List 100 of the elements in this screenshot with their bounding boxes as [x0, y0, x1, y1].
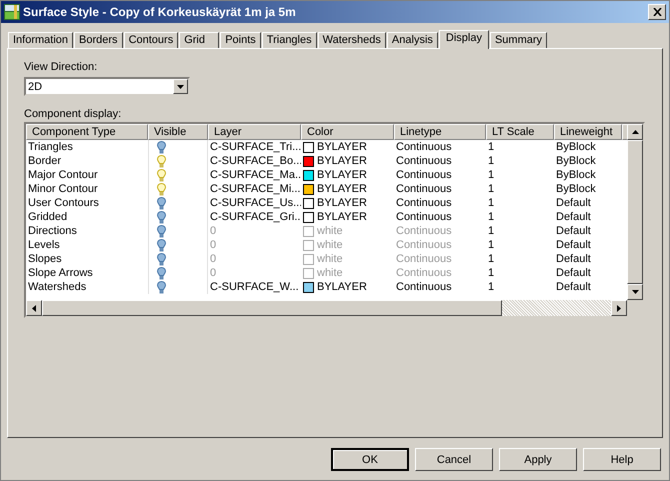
surface-icon	[4, 4, 20, 20]
horizontal-scrollbar[interactable]	[26, 300, 643, 316]
tab[interactable]: Summary	[490, 32, 548, 48]
window-title: Surface Style - Copy of Korkeuskäyrät 1m ja 5m	[23, 5, 297, 19]
tab[interactable]: Grid	[179, 32, 220, 48]
light-bulb-icon[interactable]	[157, 210, 166, 224]
tab[interactable]: Points	[220, 32, 261, 48]
table-cell: 0	[210, 266, 216, 280]
column-header[interactable]: LT Scale	[486, 124, 554, 140]
table-cell: User Contours	[28, 196, 99, 210]
table-cell: Watersheds	[28, 280, 86, 294]
view-direction-dropdown[interactable]: 2D	[24, 77, 190, 96]
table-cell: BYLAYER	[317, 196, 367, 210]
table-cell: Continuous	[396, 266, 452, 280]
scroll-up-icon	[632, 130, 638, 134]
table-cell: Directions	[28, 224, 77, 238]
dialog-button[interactable]: Apply	[499, 448, 577, 471]
table-cell: Gridded	[28, 210, 68, 224]
table-cell: Continuous	[396, 182, 452, 196]
table-cell: BYLAYER	[317, 168, 367, 182]
column-header[interactable]: Component Type	[26, 124, 148, 140]
table-cell: Continuous	[396, 210, 452, 224]
table-cell: white	[317, 266, 343, 280]
table-cell: Default	[556, 238, 591, 252]
tab[interactable]: Borders	[74, 32, 123, 48]
table-cell: BYLAYER	[317, 280, 367, 294]
table-cell: 0	[210, 224, 216, 238]
light-bulb-icon[interactable]	[157, 252, 166, 266]
scroll-down-icon	[632, 290, 638, 294]
table-cell: Continuous	[396, 140, 452, 154]
dialog-button[interactable]: Cancel	[415, 448, 493, 471]
dialog-button[interactable]: OK	[331, 448, 409, 471]
table-cell: C-SURFACE_W...	[210, 280, 299, 294]
table-cell: 1	[488, 238, 494, 252]
column-header[interactable]: Layer	[208, 124, 301, 140]
table-cell: 1	[488, 266, 494, 280]
table-cell: Continuous	[396, 196, 452, 210]
light-bulb-icon[interactable]	[157, 280, 166, 294]
table-cell: Triangles	[28, 140, 73, 154]
vertical-scrollbar[interactable]	[627, 124, 643, 300]
light-bulb-icon[interactable]	[157, 266, 166, 280]
table-cell: ByBlock	[556, 168, 596, 182]
table-cell: Default	[556, 196, 591, 210]
table-cell: BYLAYER	[317, 182, 367, 196]
tab[interactable]: Contours	[124, 32, 178, 48]
table-cell: C-SURFACE_Us...	[210, 196, 301, 210]
component-display-label: Component display:	[24, 108, 122, 122]
table-cell: Continuous	[396, 154, 452, 168]
table-cell: Default	[556, 266, 591, 280]
table-cell: C-SURFACE_Gri...	[210, 210, 301, 224]
table-cell: 1	[488, 182, 494, 196]
table-cell: BYLAYER	[317, 210, 367, 224]
column-header[interactable]: Visible	[148, 124, 208, 140]
table-cell: Default	[556, 280, 591, 294]
table-cell: Border	[28, 154, 62, 168]
table-cell: C-SURFACE_Bo...	[210, 154, 301, 168]
table-cell: C-SURFACE_Mi...	[210, 182, 300, 196]
view-direction-label: View Direction:	[24, 61, 98, 75]
table-cell: 1	[488, 280, 494, 294]
table-cell: ByBlock	[556, 182, 596, 196]
close-icon	[652, 8, 662, 16]
table-cell: Continuous	[396, 224, 452, 238]
light-bulb-icon[interactable]	[157, 238, 166, 252]
table-cell: Slope Arrows	[28, 266, 93, 280]
table-cell: Default	[556, 210, 591, 224]
table-cell: white	[317, 238, 343, 252]
table-cell: Slopes	[28, 252, 62, 266]
table-cell: 1	[488, 224, 494, 238]
table-cell: 1	[488, 168, 494, 182]
dialog-button[interactable]: Help	[583, 448, 661, 471]
table-cell: C-SURFACE_Tri...	[210, 140, 301, 154]
dropdown-arrow-icon	[177, 84, 184, 88]
table-cell: 1	[488, 154, 494, 168]
table-cell: 1	[488, 252, 494, 266]
column-header[interactable]: Linetype	[394, 124, 486, 140]
table-cell: BYLAYER	[317, 154, 367, 168]
table-cell: 1	[488, 196, 494, 210]
table-cell: white	[317, 224, 343, 238]
tab[interactable]: Display	[438, 30, 489, 49]
table-cell: 0	[210, 252, 216, 266]
tab[interactable]: Analysis	[386, 32, 438, 48]
tab[interactable]: Watersheds	[318, 32, 386, 48]
tab[interactable]: Information	[8, 32, 74, 48]
column-header[interactable]: Color	[301, 124, 394, 140]
close-button[interactable]	[648, 4, 666, 20]
table-cell: 1	[488, 140, 494, 154]
table-cell: Continuous	[396, 280, 452, 294]
tab[interactable]: Triangles	[262, 32, 317, 48]
scroll-right-icon	[617, 304, 621, 312]
light-bulb-icon[interactable]	[157, 224, 166, 238]
table-cell: 1	[488, 210, 494, 224]
table-cell: ByBlock	[556, 154, 596, 168]
column-header[interactable]: Lineweight	[554, 124, 622, 140]
light-bulb-icon[interactable]	[157, 196, 166, 210]
scroll-left-icon	[32, 304, 36, 312]
light-bulb-icon[interactable]	[157, 140, 166, 154]
table-cell: Minor Contour	[28, 182, 98, 196]
table-cell: Default	[556, 252, 591, 266]
table-cell: BYLAYER	[317, 140, 367, 154]
table-cell: 0	[210, 238, 216, 252]
